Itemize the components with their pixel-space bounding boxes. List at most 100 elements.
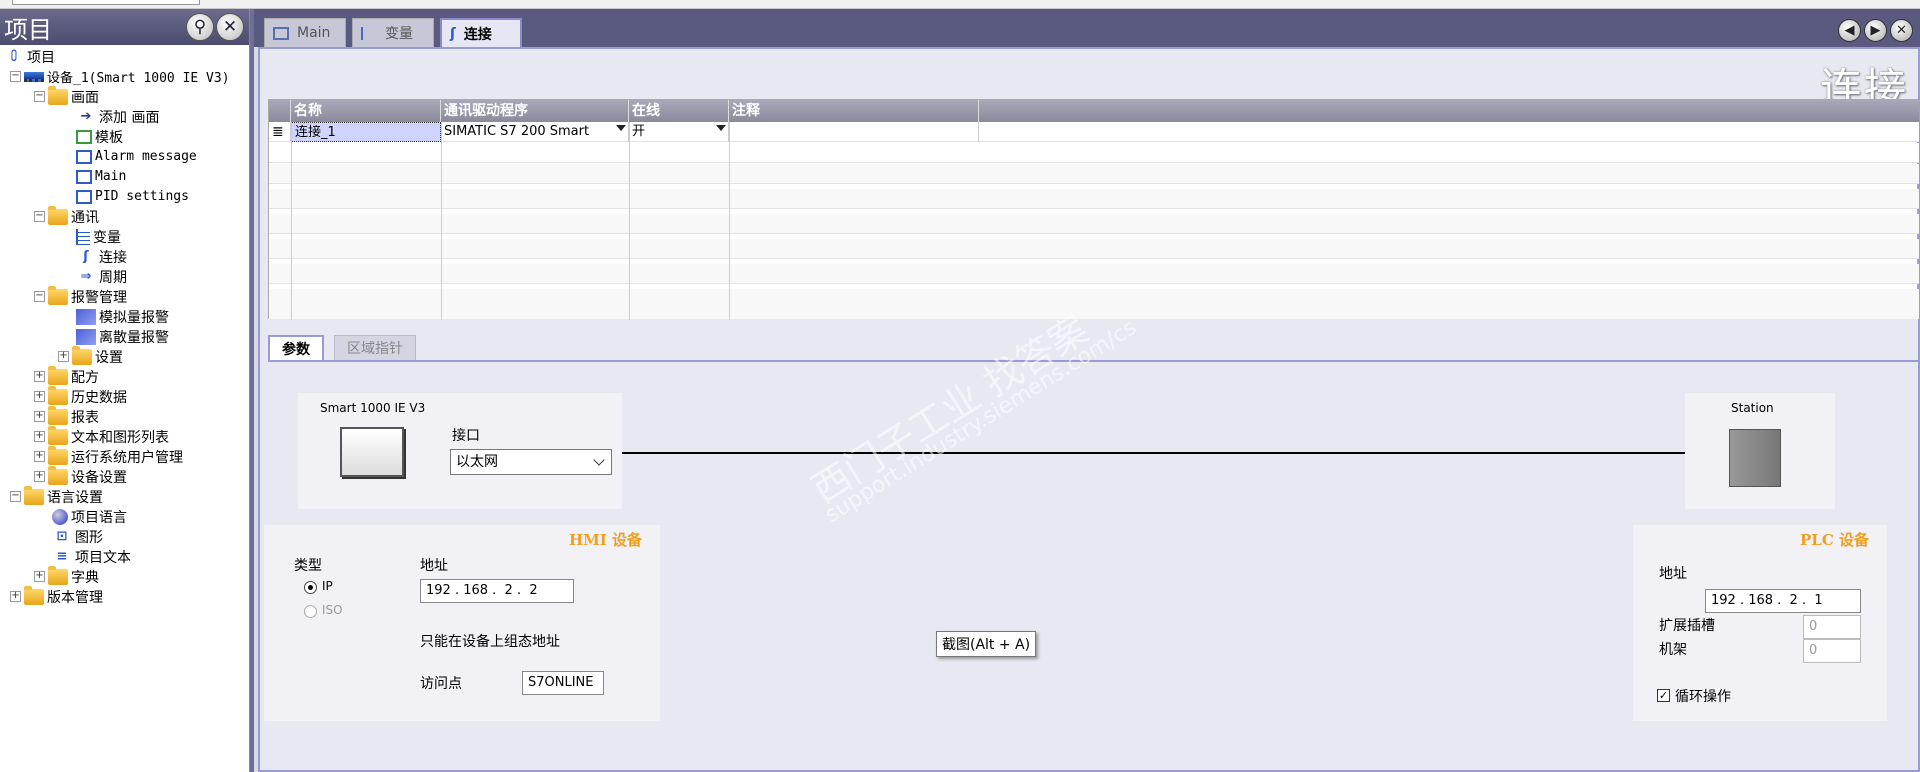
plc-device-title: PLC 设备 [1800,531,1869,549]
cycle-icon: ⇒ [80,268,92,284]
interface-select[interactable]: 以太网 [450,449,612,475]
tree-item-device[interactable]: − 设备_1(Smart 1000 IE V3) [10,67,230,86]
cell-online[interactable]: 开 [629,122,729,142]
column-header-name[interactable]: 名称 [291,100,441,122]
dropdown-arrow-icon[interactable] [616,125,626,131]
row-header-column [269,100,291,122]
add-screen-icon: ➔ [80,108,92,124]
tree-item-project[interactable]: ⩇ 项目 [4,47,55,66]
tree-item-analog-alarms[interactable]: 模拟量报警 [76,307,169,326]
folder-icon [48,385,68,405]
expansion-slot-label: 扩展插槽 [1659,618,1715,634]
expand-icon[interactable]: + [34,371,45,382]
plc-settings-card: PLC 设备 地址 192 . 168 . 2 . 1 扩展插槽 0 机架 0 … [1633,525,1887,721]
tree-item-history[interactable]: + 历史数据 [34,385,127,406]
tree-item-tags[interactable]: 变量 [76,227,121,246]
tree-item-screen-alarm[interactable]: Alarm message [76,147,197,166]
collapse-icon[interactable]: − [34,211,45,222]
tree-item-reports[interactable]: + 报表 [34,405,99,426]
column-header-comment[interactable]: 注释 [729,100,979,122]
template-icon [76,129,92,144]
tab-area-pointers[interactable]: 区域指针 [334,335,416,361]
column-header-driver[interactable]: 通讯驱动程序 [441,100,629,122]
tree-item-screen-pid[interactable]: PID settings [76,187,189,206]
tree-item-connections[interactable]: ʃ 连接 [76,247,127,266]
tree-item-add-screen[interactable]: ➔ 添加 画面 [76,107,160,126]
tree-item-alarm-mgmt[interactable]: − 报警管理 [34,285,127,306]
table-row-empty[interactable] [269,143,1919,163]
collapse-icon[interactable]: − [10,491,21,502]
tab-parameters[interactable]: 参数 [268,335,324,361]
tab-tags[interactable]: 变量 [352,18,434,47]
access-point-field[interactable]: S7ONLINE [522,671,604,695]
row-handle-icon[interactable]: ≣ [269,122,291,142]
cell-name[interactable]: 连接_1 [291,122,441,142]
cell-driver[interactable]: SIMATIC S7 200 Smart [441,122,629,142]
tree-item-device-settings[interactable]: + 设备设置 [34,465,127,486]
cell-comment[interactable] [729,122,979,142]
tab-main[interactable]: Main [264,18,346,47]
expand-icon[interactable]: + [34,571,45,582]
tree-item-cycles[interactable]: ⇒ 周期 [76,267,127,286]
expansion-slot-field[interactable]: 0 [1803,615,1861,639]
dropdown-arrow-icon[interactable] [716,125,726,131]
tree-item-version-mgmt[interactable]: + 版本管理 [10,585,103,606]
collapse-icon[interactable]: − [34,91,45,102]
hmi-ip-address-field[interactable]: 192 . 168 . 2 . 2 [420,579,574,603]
expand-icon[interactable]: + [10,591,21,602]
nav-back-icon[interactable]: ◀ [1838,19,1861,42]
analog-alarm-icon [76,308,96,325]
tree-item-screens[interactable]: − 画面 [34,85,99,106]
tree-item-project-texts[interactable]: ≡ 项目文本 [52,547,131,566]
table-row-empty [269,214,1919,234]
close-icon[interactable]: ✕ [216,13,244,41]
plc-address-label: 地址 [1659,566,1687,582]
type-iso-radio[interactable] [304,605,317,618]
pin-icon[interactable]: ⚲ [186,13,214,41]
connections-editor: 连接 名称 通讯驱动程序 在线 注释 ≣ 连接_1 SIMATIC S7 200… [258,47,1920,772]
tree-item-runtime-users[interactable]: + 运行系统用户管理 [34,445,183,466]
expand-icon[interactable]: + [34,411,45,422]
tree-item-project-languages[interactable]: 项目语言 [52,507,127,526]
collapse-icon[interactable]: − [10,71,21,82]
type-iso-label: ISO [322,603,343,617]
tags-icon [76,228,90,245]
column-header-online[interactable]: 在线 [629,100,729,122]
rack-field[interactable]: 0 [1803,639,1861,663]
plc-station-icon [1729,429,1781,487]
type-ip-label: IP [322,579,333,593]
tree-item-text-graphic-lists[interactable]: + 文本和图形列表 [34,425,169,446]
expand-icon[interactable]: + [34,471,45,482]
expand-icon[interactable]: + [34,391,45,402]
type-label: 类型 [294,558,322,574]
hmi-settings-card: HMI 设备 类型 IP ISO 地址 192 . 168 . 2 . 2 只能… [264,525,660,721]
screen-icon [76,149,92,164]
folder-icon [48,425,68,445]
cyclic-operation-checkbox[interactable]: ✓ [1657,689,1670,702]
tree-item-dictionaries[interactable]: + 字典 [34,565,99,586]
top-input[interactable] [12,0,200,5]
folder-icon [48,565,68,585]
tab-connections[interactable]: ʃ 连接 [440,18,522,47]
tree-item-recipes[interactable]: + 配方 [34,365,99,386]
tree-item-language-settings[interactable]: − 语言设置 [10,485,103,506]
expand-icon[interactable]: + [34,451,45,462]
project-tree-title: 项目 [4,15,52,44]
top-strip [0,0,1920,9]
table-row-empty [269,289,1919,319]
plc-ip-address-field[interactable]: 192 . 168 . 2 . 1 [1705,589,1861,613]
tree-item-communication[interactable]: − 通讯 [34,205,99,226]
type-ip-radio[interactable] [304,581,317,594]
nav-forward-icon[interactable]: ▶ [1864,19,1887,42]
collapse-icon[interactable]: − [34,291,45,302]
tree-item-templates[interactable]: 模板 [76,127,123,146]
tree-item-graphics[interactable]: ⊡ 图形 [52,527,103,546]
close-editor-icon[interactable]: ✕ [1890,19,1913,42]
table-row[interactable]: ≣ 连接_1 SIMATIC S7 200 Smart 开 [269,122,1919,142]
expand-icon[interactable]: + [34,431,45,442]
expand-icon[interactable]: + [58,351,69,362]
tree-item-discrete-alarms[interactable]: 离散量报警 [76,327,169,346]
tree-item-screen-main[interactable]: Main [76,167,126,186]
globe-icon [52,508,68,525]
tree-item-alarm-settings[interactable]: + 设置 [58,345,123,366]
